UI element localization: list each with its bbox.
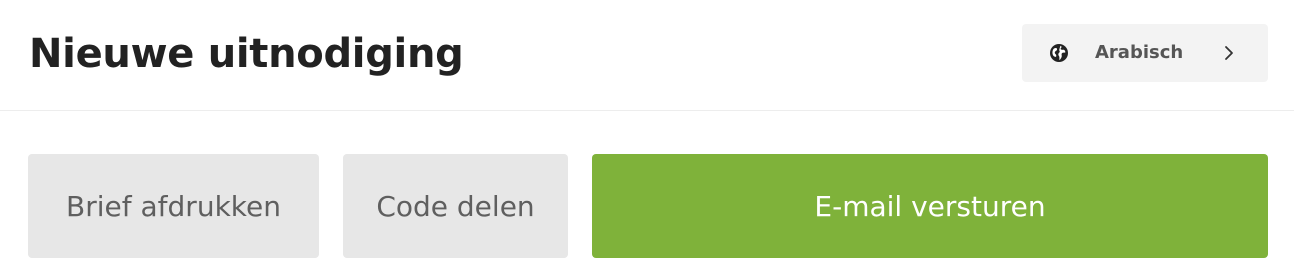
chevron-right-icon — [1225, 46, 1233, 60]
print-letter-button[interactable]: Brief afdrukken — [28, 154, 319, 258]
share-code-label: Code delen — [376, 189, 535, 223]
globe-icon — [1050, 44, 1068, 62]
send-email-button[interactable]: E-mail versturen — [592, 154, 1268, 258]
send-email-label: E-mail versturen — [814, 189, 1046, 223]
modal-header: Nieuwe uitnodiging Arabisch — [0, 0, 1294, 111]
print-letter-label: Brief afdrukken — [66, 189, 281, 223]
language-label: Arabisch — [1095, 42, 1184, 63]
share-code-button[interactable]: Code delen — [343, 154, 568, 258]
language-selector-button[interactable]: Arabisch — [1022, 24, 1268, 82]
page-title: Nieuwe uitnodiging — [29, 31, 464, 77]
